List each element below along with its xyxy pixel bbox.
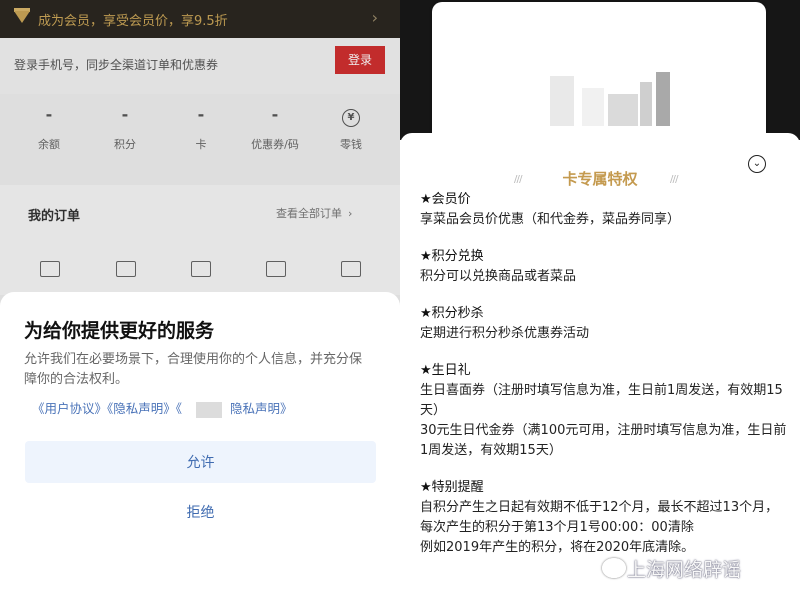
- right-screen: / / / 卡专属特权 / / / ⌄ ★会员价 享菜品会员价优惠（和代金券，菜…: [400, 0, 800, 600]
- privacy-consent-sheet: 为给你提供更好的服务 允许我们在必要场景下，合理使用你的个人信息，并充分保障你的…: [0, 292, 400, 600]
- left-screen: 成为会员，享受会员价，享9.5折 › 登录手机号，同步全渠道订单和优惠券 登录 …: [0, 0, 400, 600]
- privilege-member-price: ★会员价 享菜品会员价优惠（和代金券，菜品券同享）: [420, 192, 681, 227]
- user-agreement-link[interactable]: 《用户协议》: [32, 401, 107, 416]
- blurred-logo: [640, 82, 652, 126]
- consent-links: 《用户协议》《隐私声明》《 隐私声明》: [32, 398, 293, 418]
- blurred-logo: [550, 76, 574, 126]
- collapse-chevron-icon[interactable]: ⌄: [748, 155, 766, 173]
- privilege-points-flash-sale: ★积分秒杀 定期进行积分秒杀优惠券活动: [420, 306, 590, 341]
- privilege-birthday-gift: ★生日礼 生日喜面券（注册时填写信息为准，生日前1周发送，有效期15天） 30元…: [420, 363, 787, 458]
- privacy-policy-link[interactable]: 《隐私声明》: [107, 401, 176, 416]
- deny-button[interactable]: 拒绝: [25, 500, 376, 524]
- redacted-brand: [196, 401, 223, 418]
- privilege-points-exchange: ★积分兑换 积分可以兑换商品或者菜品: [420, 249, 577, 284]
- allow-button[interactable]: 允许: [25, 441, 376, 483]
- blurred-logo: [656, 72, 670, 126]
- title-decoration-right: / / /: [670, 174, 679, 185]
- third-party-link-open[interactable]: 《: [176, 401, 182, 416]
- privileges-list: ★会员价 享菜品会员价优惠（和代金券，菜品券同享） ★积分兑换 积分可以兑换商品…: [420, 190, 790, 575]
- watermark: 上海网络辟谣: [627, 559, 742, 581]
- wechat-logo-icon: [602, 558, 626, 578]
- third-party-privacy-link[interactable]: 隐私声明》: [230, 401, 293, 416]
- privilege-special-notice: ★特别提醒 自积分产生之日起有效期不低于12个月，最长不超过13个月，每次产生的…: [420, 480, 779, 555]
- privileges-title: 卡专属特权: [562, 170, 638, 188]
- consent-body: 允许我们在必要场景下，合理使用你的个人信息，并充分保障你的合法权利。: [24, 352, 363, 387]
- blurred-logo: [608, 94, 638, 126]
- consent-title: 为给你提供更好的服务: [24, 320, 215, 342]
- blurred-logo: [582, 88, 604, 126]
